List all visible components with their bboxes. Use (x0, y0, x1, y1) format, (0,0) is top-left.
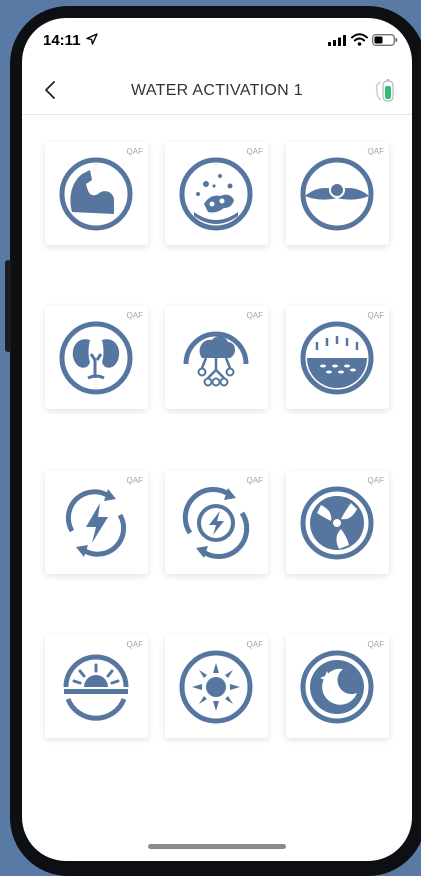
moon-icon (300, 650, 374, 724)
sunrise-icon (63, 654, 129, 721)
activation-tile-sunrise[interactable]: QAF (45, 635, 148, 738)
tile-tag: QAF (246, 640, 263, 649)
kidneys-icon (59, 321, 133, 395)
tile-tag: QAF (367, 476, 384, 485)
tile-tag: QAF (367, 147, 384, 156)
tile-tag: QAF (367, 640, 384, 649)
tile-tag: QAF (126, 476, 143, 485)
tile-tag: QAF (367, 311, 384, 320)
activation-tile-kidneys[interactable]: QAF (45, 306, 148, 409)
activation-tile-sun[interactable]: QAF (165, 635, 268, 738)
muscle-icon (59, 157, 133, 231)
activation-tile-energy-cycle[interactable]: QAF (45, 471, 148, 574)
tile-tag: QAF (126, 147, 143, 156)
activation-tile-bacteria[interactable]: QAF (165, 142, 268, 245)
tri-swirl-icon (300, 486, 374, 560)
tile-tag: QAF (246, 147, 263, 156)
eye-icon (300, 157, 374, 231)
activation-tile-eye[interactable]: QAF (286, 142, 389, 245)
phone-side-button (5, 260, 11, 352)
sun-icon (179, 650, 253, 724)
activation-tile-tri-swirl[interactable]: QAF (286, 471, 389, 574)
energy-circle-icon (182, 486, 250, 560)
activation-grid: QAF QAF QAF QAF QAF QAF QAF QAF QAF QAF … (22, 18, 412, 861)
skin-icon (300, 321, 374, 395)
home-indicator[interactable] (148, 844, 286, 849)
activation-tile-brain[interactable]: QAF (165, 306, 268, 409)
app-screen: 14:11 WATER ACTIVATION 1 QAF QAF QAF QAF… (22, 18, 412, 861)
tile-tag: QAF (246, 311, 263, 320)
activation-tile-muscle[interactable]: QAF (45, 142, 148, 245)
activation-tile-moon[interactable]: QAF (286, 635, 389, 738)
activation-tile-skin[interactable]: QAF (286, 306, 389, 409)
brain-icon (183, 331, 249, 387)
tile-tag: QAF (126, 311, 143, 320)
energy-cycle-icon (65, 489, 127, 557)
bacteria-icon (179, 157, 253, 231)
tile-tag: QAF (246, 476, 263, 485)
activation-tile-energy-circle[interactable]: QAF (165, 471, 268, 574)
tile-tag: QAF (126, 640, 143, 649)
